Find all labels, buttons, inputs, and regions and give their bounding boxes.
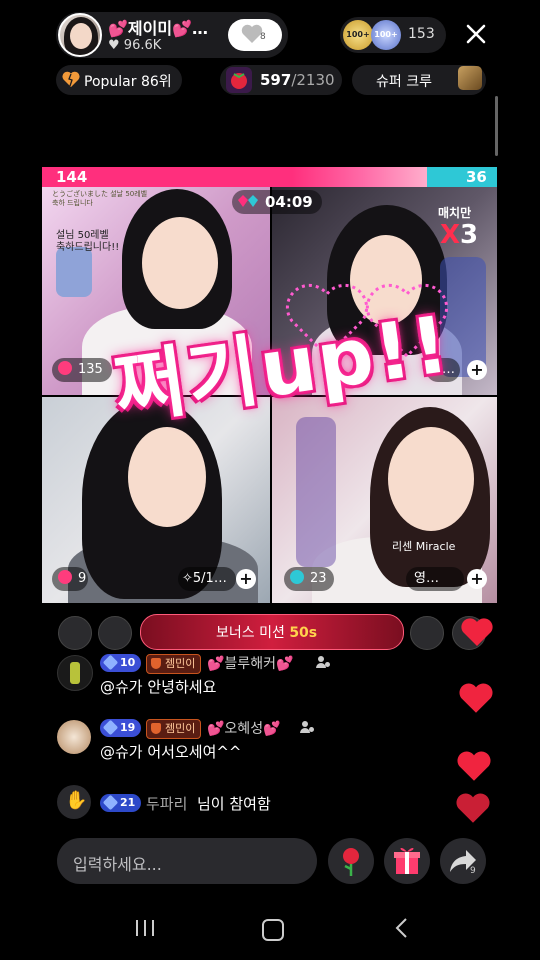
tile-3-name: ✧5/1… bbox=[182, 571, 227, 586]
follow-count: 8 bbox=[260, 32, 266, 42]
home-button[interactable] bbox=[262, 919, 284, 941]
level-value: 10 bbox=[120, 656, 136, 669]
match-x: X bbox=[440, 220, 461, 250]
heart-icon bbox=[457, 751, 491, 781]
gift-counter-icon bbox=[290, 570, 304, 584]
gift-box-icon bbox=[394, 847, 420, 874]
comment-nickname[interactable]: 💕오혜성💕 bbox=[207, 718, 281, 738]
follow-button[interactable]: 8 bbox=[228, 19, 282, 51]
rose-gift-button[interactable] bbox=[328, 838, 374, 884]
bonus-mission-title: 보너스 미션 bbox=[216, 625, 285, 641]
diamond-icon bbox=[102, 654, 119, 671]
tile-4-gift-count: 23 bbox=[310, 571, 327, 586]
broken-heart-icon bbox=[62, 71, 80, 87]
comment-avatar[interactable] bbox=[57, 655, 93, 691]
fan-avatar[interactable] bbox=[58, 616, 92, 650]
battle-progress-bar bbox=[42, 167, 497, 187]
user-check-icon bbox=[300, 721, 314, 733]
bonus-mission-timer: 50s bbox=[289, 625, 318, 641]
battle-right-score: 36 bbox=[466, 168, 487, 186]
tile-3-add-button[interactable]: + bbox=[236, 569, 256, 589]
comment-nickname[interactable]: 💕블루해커💕 bbox=[207, 653, 293, 673]
match-multiplier-value: 3 bbox=[460, 220, 479, 250]
level-badge: 10 bbox=[100, 654, 142, 672]
heart-icon bbox=[461, 618, 493, 646]
host-avatar[interactable] bbox=[58, 13, 102, 57]
comment-message: @슈가 안녕하세요 bbox=[100, 678, 217, 696]
level-badge: 19 bbox=[100, 719, 142, 737]
host-name: 💕제이미💕… bbox=[108, 19, 209, 38]
tile-3-pill[interactable]: ✧5/1… bbox=[178, 567, 236, 591]
shield-icon bbox=[151, 658, 161, 669]
comment-message: @슈가 어서오세여^^ bbox=[100, 743, 242, 761]
diamond-icon bbox=[102, 794, 119, 811]
tile-4-pill[interactable]: 영… bbox=[406, 567, 464, 591]
scrollbar[interactable] bbox=[495, 96, 498, 156]
tile-3-gift-count: 9 bbox=[78, 571, 87, 586]
strawberry-icon bbox=[226, 67, 252, 93]
tile-4-name: 영… bbox=[414, 571, 439, 586]
top-viewer-badge-1[interactable]: 100+ bbox=[343, 20, 373, 50]
popular-rank-label: Popular 86위 bbox=[84, 74, 172, 90]
comment-nickname[interactable]: 두파리 bbox=[146, 793, 187, 814]
super-crew-label: 슈퍼 크루 bbox=[376, 74, 432, 90]
user-check-icon bbox=[316, 656, 330, 668]
bonus-mission-label: 보너스 미션 50s bbox=[216, 622, 317, 642]
battle-timer: 04:09 bbox=[265, 193, 313, 211]
fan-avatar[interactable] bbox=[98, 616, 132, 650]
tile-4-gift-pill[interactable]: 23 bbox=[284, 567, 334, 591]
level-value: 21 bbox=[120, 796, 136, 809]
recent-apps-button[interactable] bbox=[134, 918, 156, 938]
gift-counter-icon bbox=[58, 570, 72, 584]
heart-icon bbox=[459, 683, 493, 713]
level-badge: 21 bbox=[100, 794, 142, 812]
tile-4-caption: 리센 Miracle bbox=[392, 540, 456, 553]
tile-1-note-small: とうございました 설날 50레벨 축하 드립니다 bbox=[52, 190, 148, 207]
host-likes: ♥ 96.6K bbox=[108, 38, 161, 53]
join-message: 님이 참여함 bbox=[197, 795, 271, 813]
share-button[interactable] bbox=[440, 838, 486, 884]
fan-club-name: 젬민이 bbox=[165, 722, 196, 735]
tile-1-note: 설님 50레벨 축하드립니다!! bbox=[56, 230, 120, 253]
join-notice-icon: ✋ bbox=[57, 785, 91, 819]
tile-2-add-button[interactable]: + bbox=[467, 360, 487, 380]
heart-icon: ♥ bbox=[108, 38, 120, 53]
host-likes-value: 96.6K bbox=[123, 38, 162, 53]
back-button[interactable] bbox=[394, 917, 410, 939]
viewer-count: 153 bbox=[408, 26, 435, 42]
diamond-icon bbox=[238, 195, 258, 207]
hand-wave-icon: ✋ bbox=[65, 790, 88, 811]
fan-club-badge: 젬민이 bbox=[146, 719, 202, 739]
match-multiplier: X3 bbox=[440, 220, 478, 250]
fan-club-name: 젬민이 bbox=[165, 657, 196, 670]
heart-icon bbox=[456, 793, 490, 823]
score-current: 597 bbox=[260, 71, 292, 89]
tile-4-add-button[interactable]: + bbox=[467, 569, 487, 589]
top-viewer-badge-2[interactable]: 100+ bbox=[371, 20, 401, 50]
fan-club-badge: 젬민이 bbox=[146, 654, 202, 674]
gift-counter-icon bbox=[58, 361, 72, 375]
tile-1-gift-count: 135 bbox=[78, 362, 103, 377]
score-total: /2130 bbox=[291, 71, 335, 89]
share-arrow-icon bbox=[450, 850, 476, 872]
match-label: 매치만 bbox=[438, 206, 472, 220]
comment-avatar[interactable] bbox=[57, 720, 91, 754]
gift-button[interactable] bbox=[384, 838, 430, 884]
battle-left-score: 144 bbox=[56, 168, 88, 186]
shield-icon bbox=[151, 723, 161, 734]
level-value: 19 bbox=[120, 721, 136, 734]
crew-emblem-icon bbox=[458, 66, 482, 90]
share-count: 9 bbox=[470, 866, 476, 876]
tile-3-gift-pill[interactable]: 9 bbox=[52, 567, 88, 591]
chat-input-placeholder: 입력하세요... bbox=[73, 855, 162, 874]
close-icon[interactable] bbox=[462, 20, 490, 48]
fan-avatar[interactable] bbox=[410, 616, 444, 650]
tile-1-gift-pill[interactable]: 135 bbox=[52, 358, 112, 382]
diamond-icon bbox=[102, 719, 119, 736]
rose-icon bbox=[343, 848, 359, 876]
score-value: 597/2130 bbox=[260, 71, 335, 89]
